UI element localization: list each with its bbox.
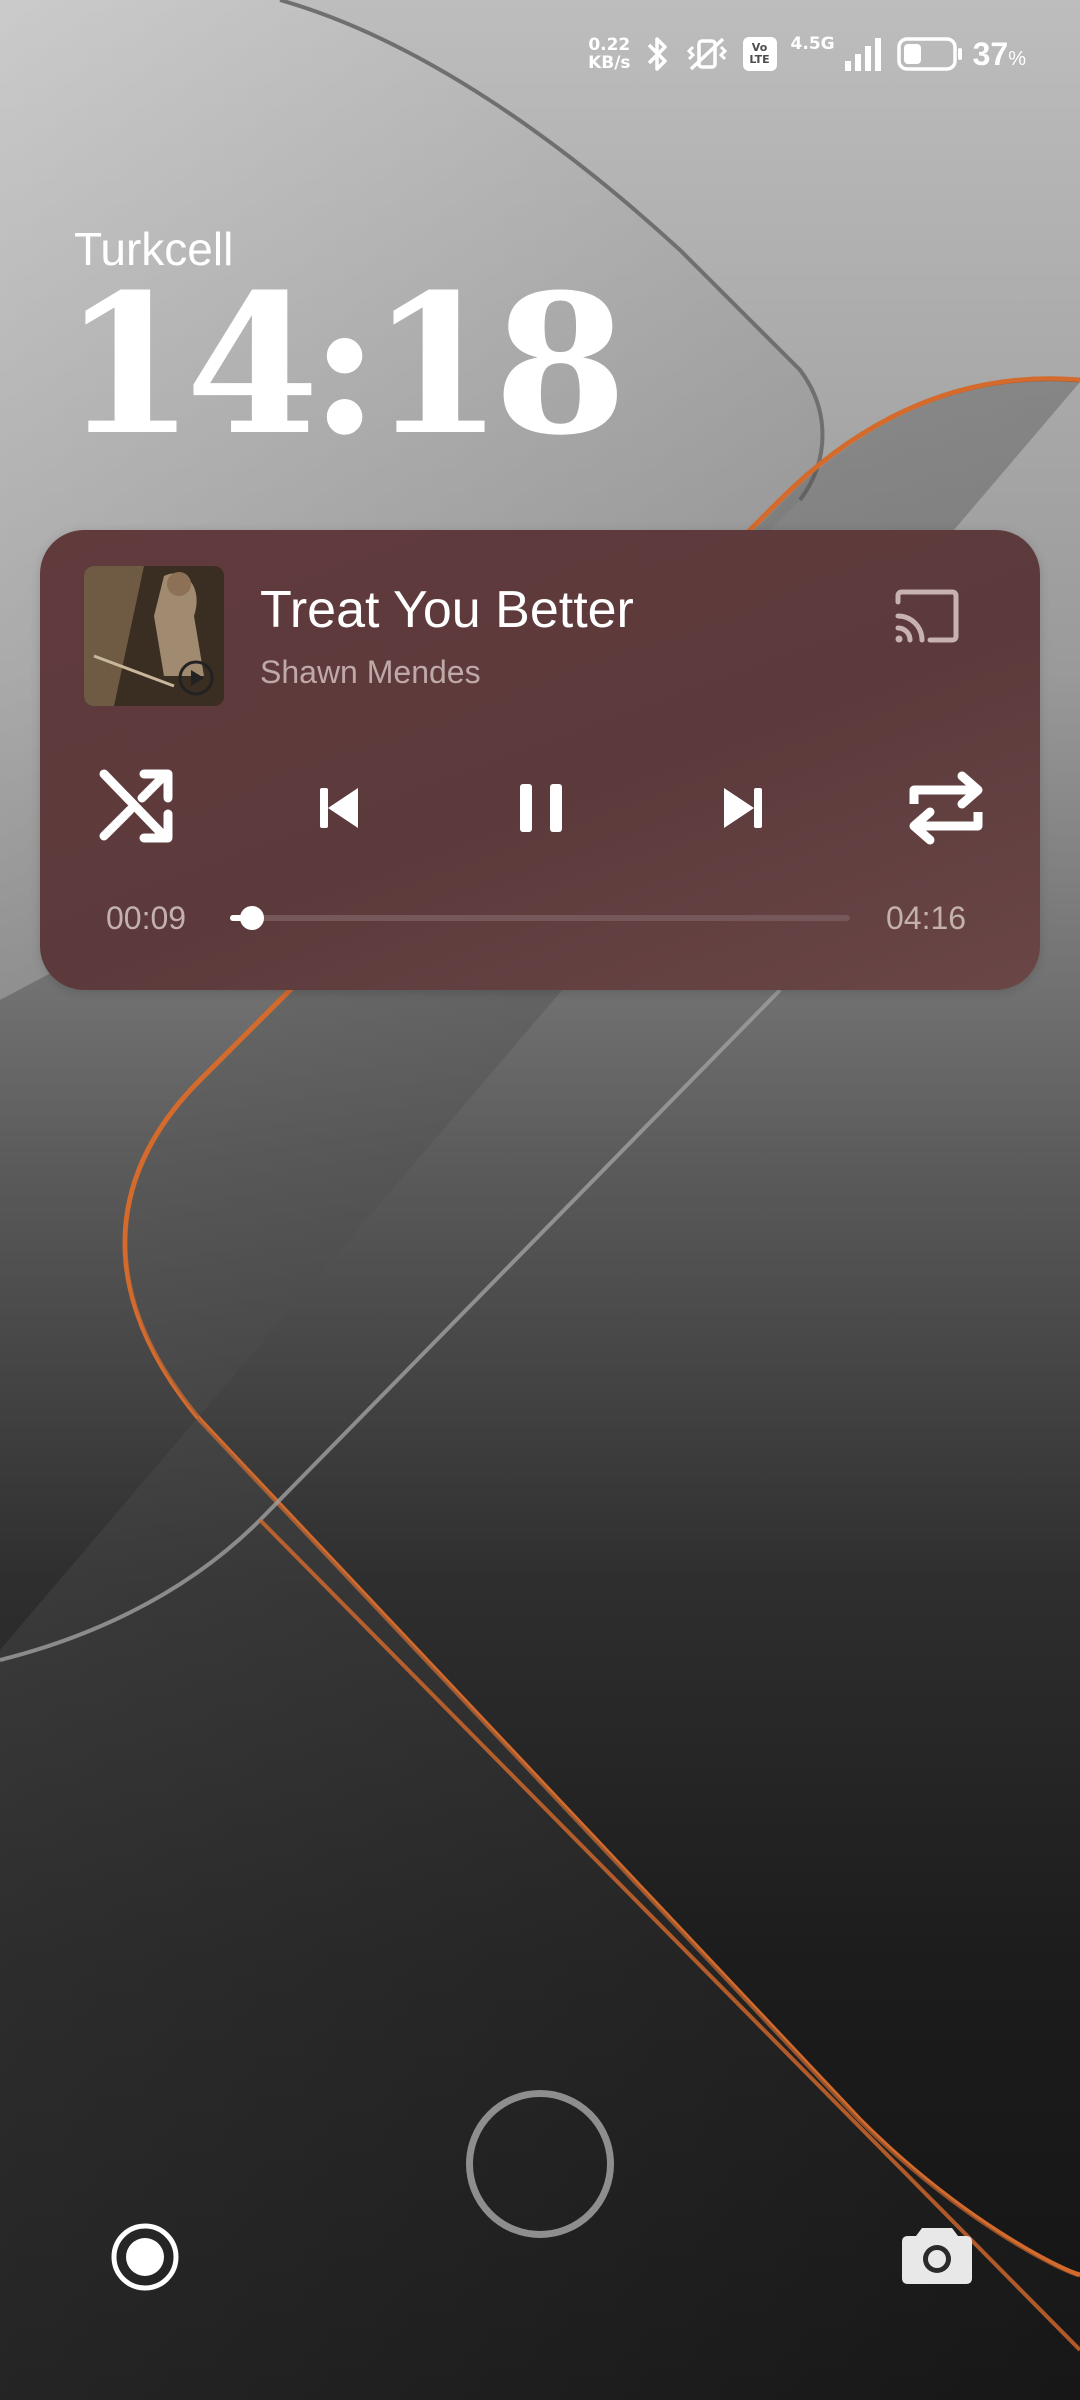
battery-icon	[896, 37, 962, 71]
shuffle-icon[interactable]	[98, 768, 178, 844]
volte-bottom: LTE	[749, 53, 770, 66]
network-speed-value: 0.22	[588, 35, 631, 55]
battery: 37%	[896, 36, 1026, 73]
record-icon[interactable]	[110, 2222, 180, 2292]
progress-bar[interactable]	[230, 906, 850, 930]
battery-percent-sign: %	[1008, 47, 1026, 70]
network-type: 4.5G	[790, 34, 835, 54]
bluetooth-icon	[647, 37, 667, 71]
album-art[interactable]	[84, 566, 224, 706]
lockscreen-clock: 14:18	[62, 253, 627, 478]
repeat-icon[interactable]	[904, 766, 988, 850]
unlock-ring[interactable]	[466, 2090, 614, 2238]
battery-percent-value: 37	[972, 35, 1009, 72]
previous-icon[interactable]	[318, 784, 362, 832]
pause-icon[interactable]	[516, 780, 566, 836]
signal-icon	[844, 38, 881, 71]
song-artist: Shawn Mendes	[260, 654, 481, 690]
progress-thumb[interactable]	[240, 906, 264, 930]
elapsed-time: 00:09	[106, 900, 187, 936]
volte-icon: Vo LTE	[742, 37, 777, 71]
status-bar: 0.22 KB/s Vo LTE 4.5G 37%	[588, 28, 1026, 80]
camera-icon[interactable]	[900, 2222, 974, 2286]
album-art-image	[84, 566, 224, 706]
vibrate-icon	[686, 37, 727, 71]
network-speed: 0.22 KB/s	[588, 36, 630, 72]
total-duration: 04:16	[886, 900, 967, 936]
next-icon[interactable]	[720, 784, 764, 832]
media-player-card[interactable]: Treat You Better Shawn Mendes 00:09 04:1…	[40, 530, 1040, 990]
song-title: Treat You Better	[260, 581, 634, 639]
battery-percent: 37%	[973, 36, 1026, 73]
network-speed-unit: KB/s	[588, 53, 631, 73]
cast-icon[interactable]	[890, 586, 964, 650]
